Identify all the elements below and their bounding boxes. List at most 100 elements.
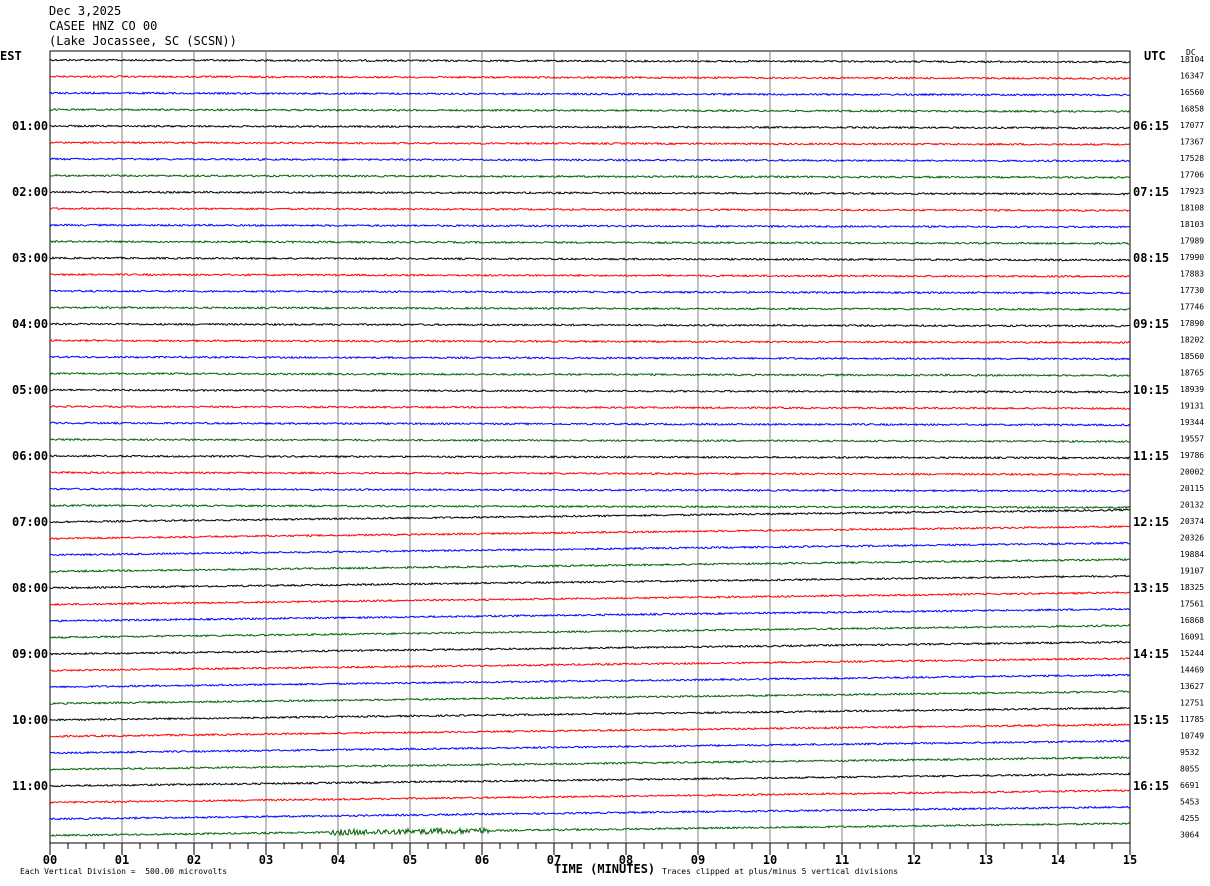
trace-line — [49, 272, 1131, 278]
dc-offset-value: 16560 — [1180, 88, 1204, 97]
trace-line — [49, 322, 1131, 328]
dc-offset-value: 17706 — [1180, 171, 1204, 180]
trace-line — [49, 525, 1131, 541]
utc-hour-label: 13:15 — [1133, 581, 1169, 595]
trace-line — [49, 756, 1131, 771]
est-hour-label: 04:00 — [12, 317, 48, 331]
est-hour-label: 09:00 — [12, 647, 48, 661]
dc-offset-value: 18560 — [1180, 352, 1204, 361]
x-tick-label: 00 — [43, 853, 57, 867]
x-tick-label: 12 — [907, 853, 921, 867]
trace-line — [49, 58, 1131, 64]
x-tick-label: 02 — [187, 853, 201, 867]
est-hour-label: 07:00 — [12, 515, 48, 529]
trace-line — [49, 624, 1131, 639]
dc-offset-value: 18939 — [1180, 385, 1204, 394]
est-hour-label: 01:00 — [12, 119, 48, 133]
dc-offset-value: 17923 — [1180, 187, 1204, 196]
dc-offset-value: 17883 — [1180, 270, 1204, 279]
trace-line — [50, 508, 1131, 524]
trace-line — [49, 124, 1131, 130]
est-hour-label: 02:00 — [12, 185, 48, 199]
station-label: CASEE HNZ CO 00 — [49, 19, 158, 33]
dc-offset-value: 16858 — [1180, 105, 1204, 114]
dc-offset-value: 6691 — [1180, 781, 1199, 790]
trace-line — [49, 607, 1131, 623]
x-tick-label: 13 — [979, 853, 993, 867]
trace-line — [49, 541, 1130, 557]
utc-label: UTC — [1144, 49, 1166, 63]
dc-offset-value: 16868 — [1180, 616, 1204, 625]
utc-hour-label: 16:15 — [1133, 779, 1169, 793]
dc-offset-value: 19786 — [1180, 451, 1204, 460]
est-hour-label: 08:00 — [12, 581, 48, 595]
dc-offset-value: 14469 — [1180, 666, 1204, 675]
trace-line — [49, 591, 1131, 606]
est-hour-label: 11:00 — [12, 779, 48, 793]
est-hour-label: 06:00 — [12, 449, 48, 463]
dc-offset-value: 11785 — [1180, 715, 1204, 724]
dc-offset-value: 17989 — [1180, 237, 1204, 246]
trace-line — [49, 206, 1131, 213]
x-tick-label: 04 — [331, 853, 345, 867]
dc-offset-value: 17528 — [1180, 154, 1204, 163]
dc-offset-value: 12751 — [1180, 699, 1204, 708]
trace-line — [49, 487, 1131, 493]
x-tick-label: 03 — [259, 853, 273, 867]
clip-note: Traces clipped at plus/minus 5 vertical … — [662, 867, 899, 876]
trace-line — [49, 454, 1131, 460]
trace-line — [49, 706, 1131, 722]
x-tick-label: 10 — [763, 853, 777, 867]
dc-offset-value: 18202 — [1180, 336, 1204, 345]
utc-hour-label: 15:15 — [1133, 713, 1169, 727]
trace-line — [49, 557, 1130, 573]
utc-hour-label: 12:15 — [1133, 515, 1169, 529]
dc-offset-value: 5453 — [1180, 798, 1199, 807]
trace-line — [49, 722, 1131, 738]
dc-offset-value: 16091 — [1180, 633, 1204, 642]
dc-offset-value: 17561 — [1180, 600, 1204, 609]
x-tick-label: 01 — [115, 853, 129, 867]
dc-offset-value: 10749 — [1180, 732, 1204, 741]
date-label: Dec 3,2025 — [49, 4, 122, 18]
est-label: EST — [0, 49, 22, 63]
trace-line — [49, 739, 1130, 755]
trace-line — [49, 690, 1131, 705]
trace-line — [49, 140, 1131, 146]
trace-line — [49, 805, 1131, 821]
trace-line — [49, 789, 1131, 804]
trace-line — [49, 673, 1131, 689]
trace-line — [49, 108, 1131, 114]
x-axis-title: TIME (MINUTES) — [554, 862, 656, 876]
x-tick-label: 06 — [475, 853, 489, 867]
trace-line — [49, 190, 1130, 196]
dc-offset-value: 20374 — [1180, 517, 1204, 526]
trace-line — [49, 223, 1131, 229]
utc-hour-label: 14:15 — [1133, 647, 1169, 661]
trace-line — [49, 822, 1131, 837]
dc-offset-value: 8055 — [1180, 765, 1199, 774]
dc-offset-labels: 1810416347165601685817077173671752817706… — [1180, 55, 1204, 840]
trace-line — [49, 470, 1131, 477]
location-label: (Lake Jocassee, SC (SCSN)) — [49, 34, 237, 48]
plot-frame — [49, 50, 1131, 844]
dc-offset-value: 17367 — [1180, 138, 1204, 147]
dc-offset-value: 15244 — [1180, 649, 1204, 658]
dc-offset-value: 20326 — [1180, 534, 1204, 543]
trace-line — [49, 289, 1131, 295]
trace-line — [49, 305, 1131, 312]
minute-gridlines — [49, 50, 1131, 844]
dc-offset-value: 16347 — [1180, 72, 1204, 81]
dc-offset-value: 17730 — [1180, 286, 1204, 295]
dc-offset-value: 19884 — [1180, 550, 1204, 559]
dc-offset-value: 17746 — [1180, 303, 1204, 312]
utc-hour-label: 06:15 — [1133, 119, 1169, 133]
x-tick-label: 11 — [835, 853, 849, 867]
est-time-labels: 01:00 02:00 03:00 04:00 05:00 06:00 07:00 08:00… — [12, 119, 48, 793]
trace-line — [49, 173, 1131, 180]
dc-offset-value: 20002 — [1180, 468, 1204, 477]
est-hour-label: 03:00 — [12, 251, 48, 265]
trace-line — [49, 574, 1131, 590]
trace-line — [49, 91, 1131, 97]
est-hour-label: 10:00 — [12, 713, 48, 727]
